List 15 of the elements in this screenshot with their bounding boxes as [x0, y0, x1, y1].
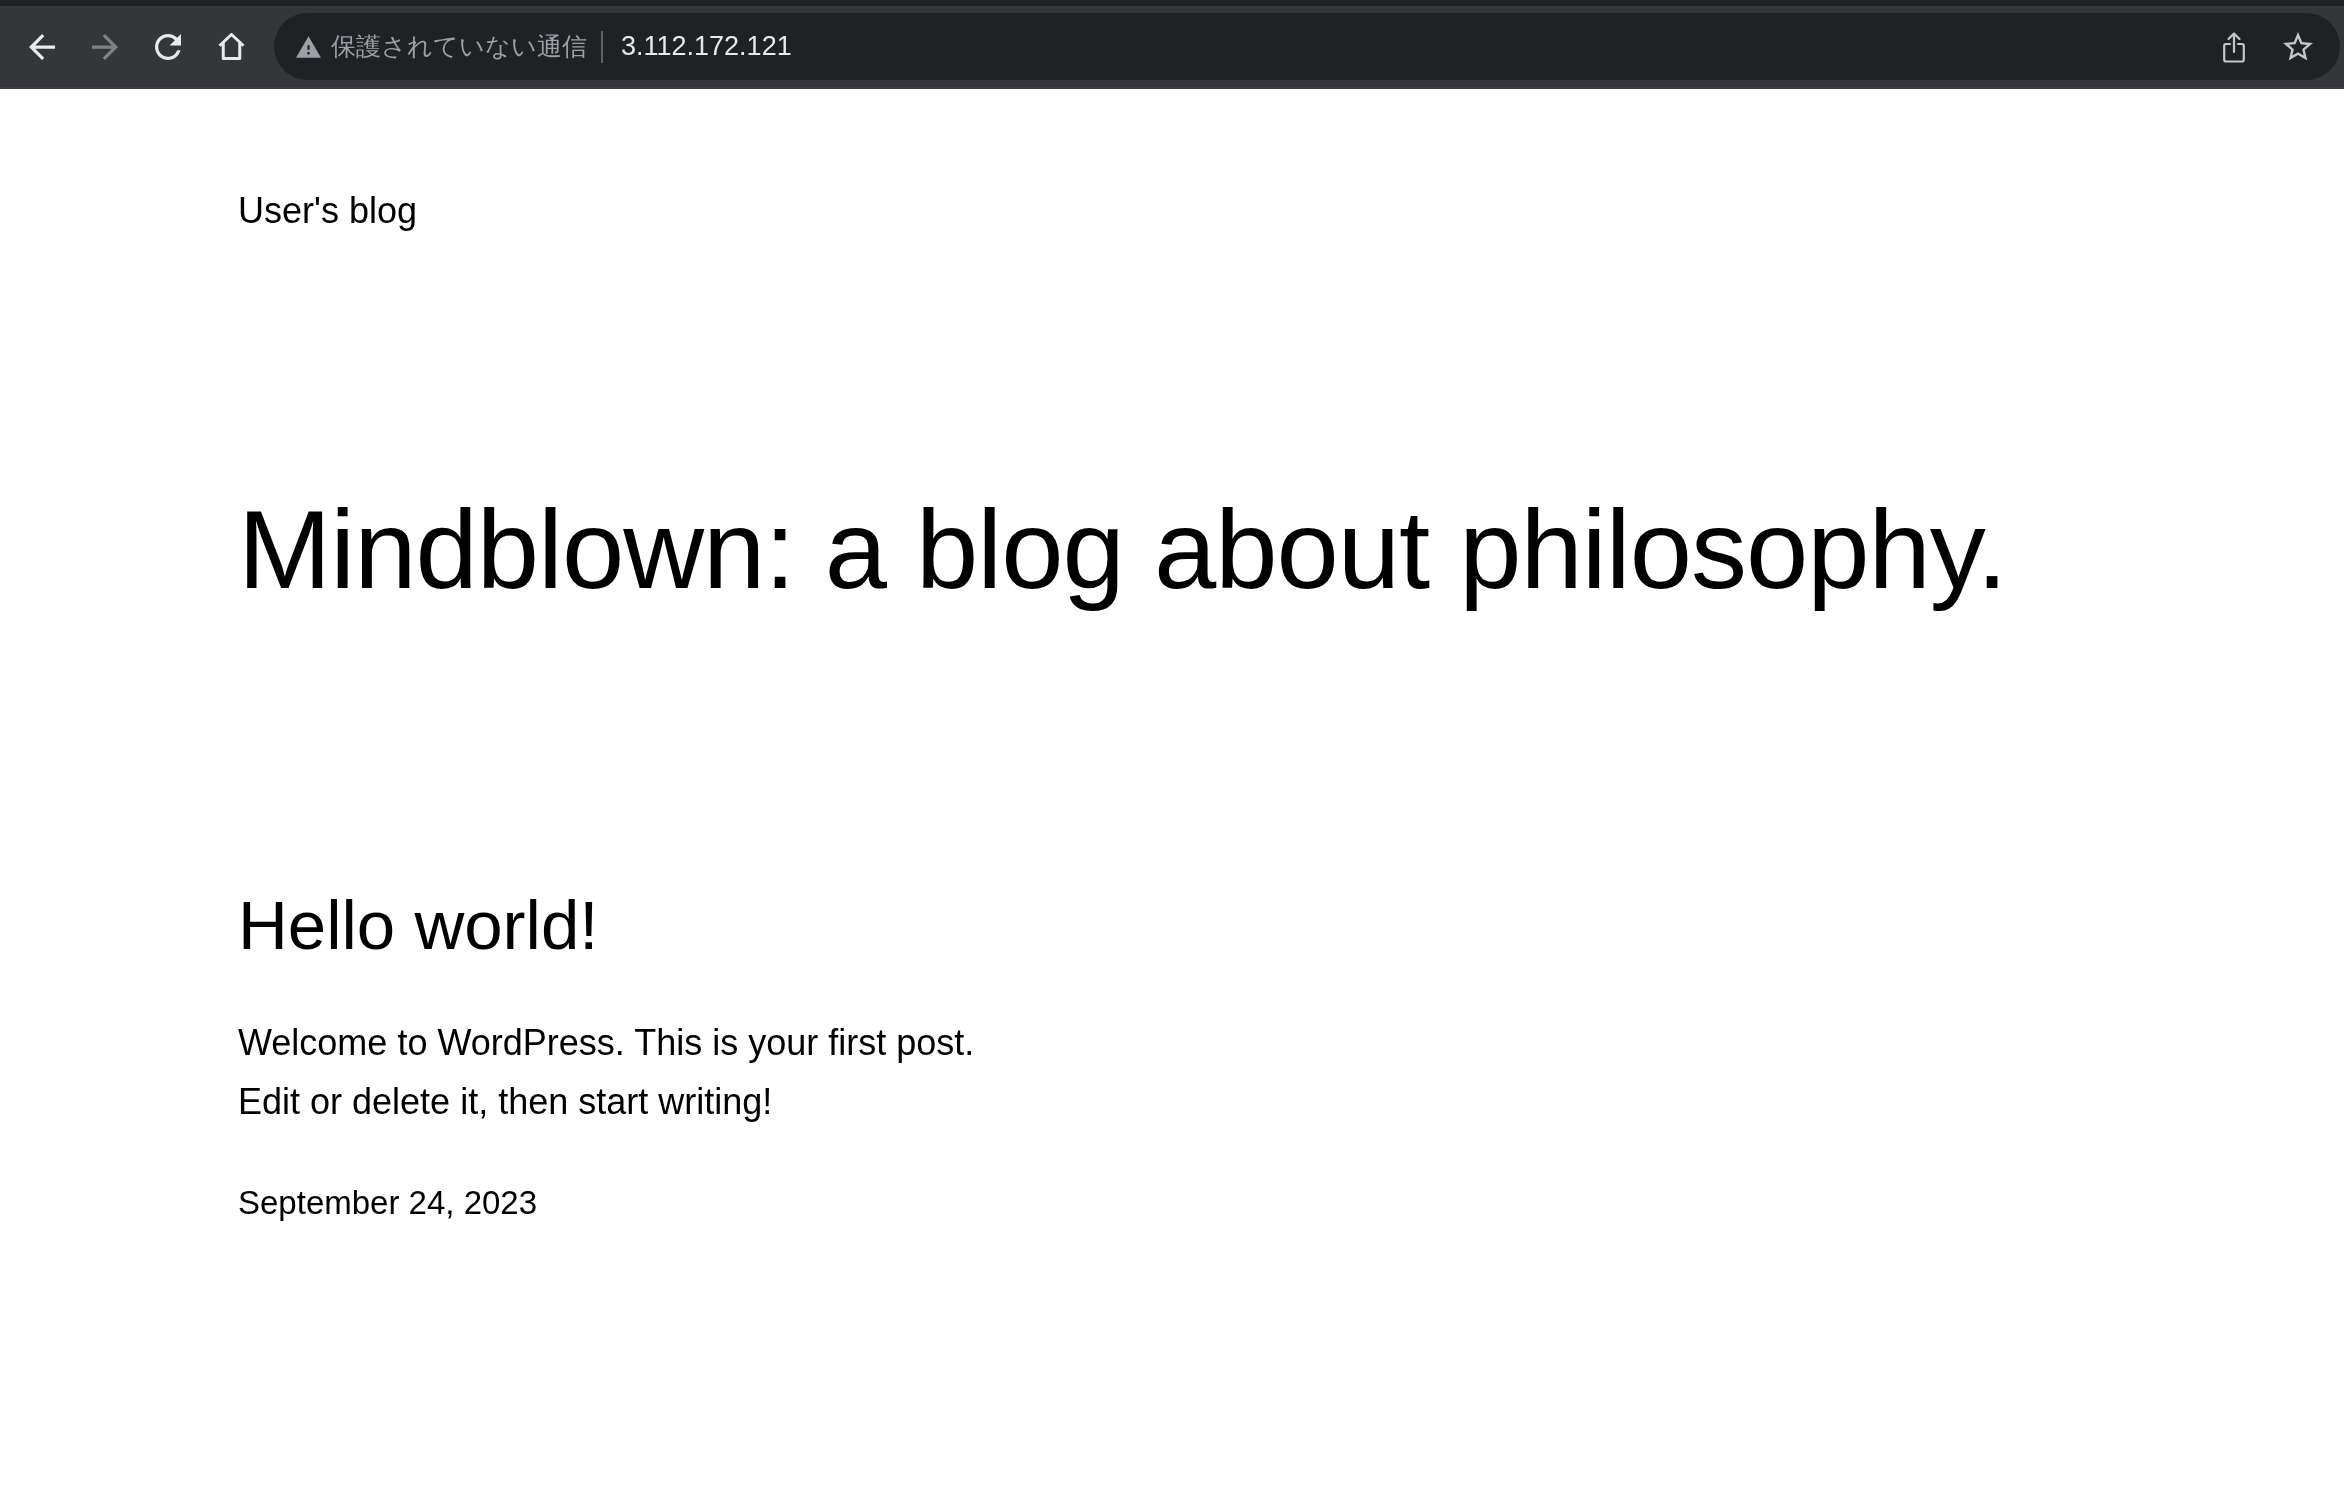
post-excerpt: Welcome to WordPress. This is your first post. Edit or delete it, then start writing!	[238, 1021, 976, 1124]
post-title-link[interactable]: Hello world!	[238, 884, 599, 967]
site-title-link[interactable]: User's blog	[238, 191, 417, 231]
left-arrow-icon	[29, 33, 55, 60]
home-icon	[217, 33, 245, 60]
post-date: September 24, 2023	[238, 1183, 538, 1223]
share-icon	[2223, 30, 2245, 63]
address-bar[interactable]: 保護されていない通信 3.112.172.121	[274, 13, 2340, 80]
site-info-button[interactable]: 保護されていない通信	[296, 26, 587, 67]
page-heading: Mindblown: a blog about philosophy.	[238, 486, 2007, 614]
warning-icon	[296, 35, 321, 58]
url-text: 3.112.172.121	[621, 31, 792, 62]
reload-icon	[155, 33, 181, 60]
star-icon	[2283, 32, 2313, 61]
right-arrow-icon	[92, 33, 118, 60]
